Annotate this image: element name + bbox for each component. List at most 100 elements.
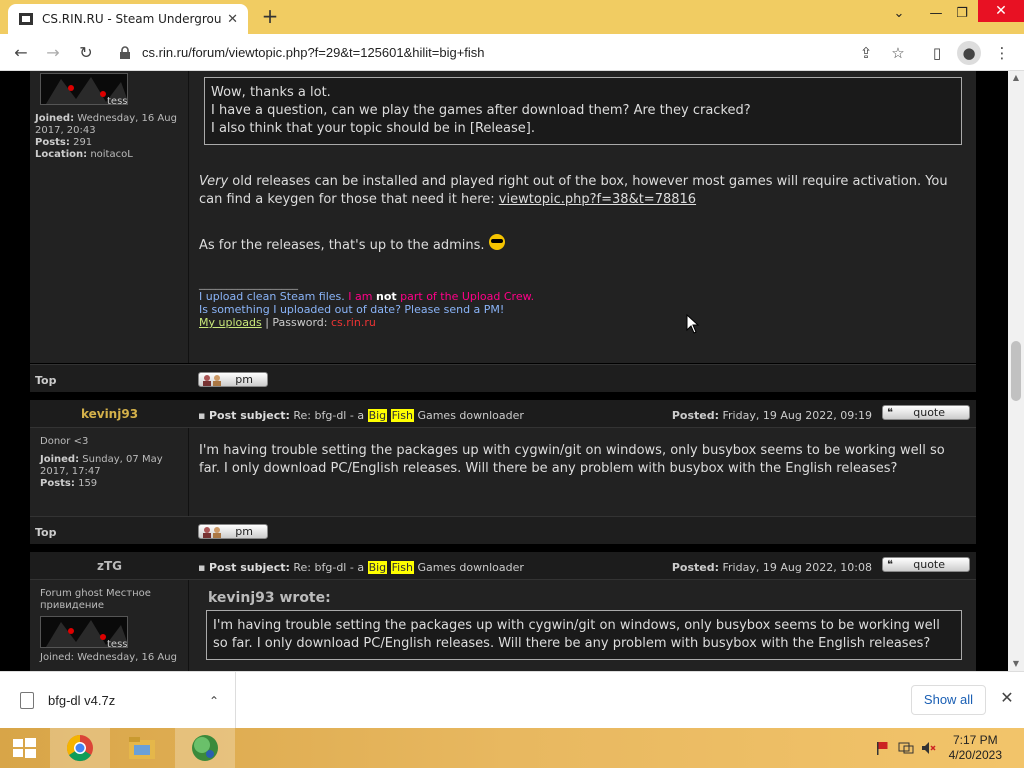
post-1: tess Joined: Wednesday, 16 Aug 2017, 20:…: [30, 71, 976, 363]
browser-tab[interactable]: CS.RIN.RU - Steam Underground ✕: [8, 4, 248, 34]
signature-divider: __________________: [199, 277, 298, 290]
scroll-up-icon[interactable]: ▲: [1008, 71, 1024, 85]
avatar-image: tess: [41, 617, 127, 647]
reload-icon[interactable]: ↻: [74, 41, 98, 65]
post-3-author[interactable]: zTG: [30, 552, 189, 580]
post-2-author[interactable]: kevinj93: [30, 400, 189, 428]
keygen-link[interactable]: viewtopic.php?f=38&t=78816: [499, 192, 696, 207]
clock-time: 7:17 PM: [952, 733, 998, 747]
post-2-posts: Posts: 159: [40, 478, 98, 489]
new-tab-button[interactable]: +: [258, 5, 282, 29]
post-2-posted: Posted: Friday, 19 Aug 2022, 09:19: [671, 409, 872, 422]
avatar: tess: [40, 616, 128, 648]
pm-users-icon: [203, 375, 221, 386]
chevron-up-icon[interactable]: ⌃: [209, 694, 219, 708]
network-icon[interactable]: [898, 740, 914, 756]
share-icon[interactable]: ⇪: [854, 41, 878, 65]
back-icon[interactable]: ←: [9, 41, 33, 65]
my-uploads-link[interactable]: My uploads: [199, 316, 262, 329]
address-bar[interactable]: cs.rin.ru/forum/viewtopic.php?f=29&t=125…: [108, 39, 928, 66]
folder-icon: [129, 737, 155, 759]
site-favicon-icon: [19, 13, 33, 25]
download-filename: bfg-dl v4.7z: [48, 693, 116, 708]
post-3-body: kevinj93 wrote: I'm having trouble setti…: [190, 580, 976, 660]
tab-search-chevron-icon[interactable]: ⌄: [884, 0, 914, 30]
quote-line: Wow, thanks a lot.: [211, 85, 331, 100]
forward-icon[interactable]: →: [41, 41, 65, 65]
post-3-posted: Posted: Friday, 19 Aug 2022, 10:08: [671, 561, 872, 574]
post-3-rank: Forum ghost Местное привидение: [40, 588, 151, 611]
post-3: Forum ghost Местное привидение tess Join…: [30, 580, 976, 671]
url-text: cs.rin.ru/forum/viewtopic.php?f=29&t=125…: [142, 45, 485, 60]
volume-muted-icon[interactable]: [920, 740, 936, 756]
tab-title: CS.RIN.RU - Steam Underground: [42, 12, 222, 26]
avatar-image: tess: [41, 74, 127, 104]
post-3-author-panel: Forum ghost Местное привидение tess Join…: [30, 580, 189, 671]
browser-toolbar: ← → ↻ cs.rin.ru/forum/viewtopic.php?f=29…: [0, 34, 1024, 71]
system-clock[interactable]: 7:17 PM 4/20/2023: [949, 733, 1002, 763]
app-taskbar-button[interactable]: [175, 728, 235, 768]
post-1-location: Location: noitacoL: [35, 149, 133, 160]
post-3-joined: Joined: Wednesday, 16 Aug: [40, 652, 177, 663]
quote-line: I also think that your topic should be i…: [211, 121, 535, 136]
page-scrollbar[interactable]: ▲ ▼: [1008, 71, 1024, 671]
file-icon: [20, 692, 34, 709]
tab-close-icon[interactable]: ✕: [227, 12, 238, 27]
downloads-close-icon[interactable]: ✕: [996, 687, 1018, 709]
pm-button[interactable]: pm: [198, 372, 268, 387]
download-item[interactable]: bfg-dl v4.7z ⌃: [0, 672, 236, 729]
top-link[interactable]: Top: [35, 526, 56, 539]
show-all-button[interactable]: Show all: [911, 685, 986, 715]
quote-icon: ❝: [887, 558, 893, 571]
quote-button[interactable]: ❝ quote: [882, 557, 970, 572]
post-2-subject: ▪ Post subject: Re: bfg-dl - a Big Fish …: [198, 409, 524, 422]
star-icon[interactable]: ☆: [886, 41, 910, 65]
profile-icon[interactable]: ●: [957, 41, 981, 65]
post-2: Donor <3 Joined: Sunday, 07 May 2017, 17…: [30, 428, 976, 516]
post-2-text: I'm having trouble setting the packages …: [199, 443, 945, 476]
post-2-body: I'm having trouble setting the packages …: [190, 428, 976, 478]
quote-icon: ❝: [887, 406, 893, 419]
signature-line-3: My uploads | Password: cs.rin.ru: [199, 316, 376, 329]
quote-box: Wow, thanks a lot. I have a question, ca…: [204, 77, 962, 145]
post-separator: [30, 544, 976, 552]
quote-button[interactable]: ❝ quote: [882, 405, 970, 420]
post-1-paragraph: Very old releases can be installed and p…: [199, 174, 948, 207]
top-link[interactable]: Top: [35, 374, 56, 387]
pm-button[interactable]: pm: [198, 524, 268, 539]
mouse-cursor-icon: [686, 314, 700, 334]
post-1-author-panel: tess Joined: Wednesday, 16 Aug 2017, 20:…: [30, 71, 189, 363]
post-2-rank: Donor <3: [40, 436, 89, 447]
post-2-joined: Joined: Sunday, 07 May 2017, 17:47: [40, 454, 163, 477]
post-1-posts: Posts: 291: [35, 137, 93, 148]
signature-line-2: Is something I uploaded out of date? Ple…: [199, 303, 505, 316]
post-1-joined: Joined: Wednesday, 16 Aug 2017, 20:43: [35, 113, 177, 136]
sidebar-icon[interactable]: ▯: [925, 41, 949, 65]
window-close-button[interactable]: ✕: [978, 0, 1024, 22]
quote-box: I'm having trouble setting the packages …: [206, 610, 962, 660]
menu-icon[interactable]: ⋮: [990, 41, 1014, 65]
pm-users-icon: [203, 527, 221, 538]
tab-strip: CS.RIN.RU - Steam Underground ✕ + ⌄ — ❐ …: [0, 0, 1024, 34]
post-2-header: kevinj93 ▪ Post subject: Re: bfg-dl - a …: [30, 400, 976, 428]
post-icon: ▪: [198, 409, 206, 422]
downloads-bar: bfg-dl v4.7z ⌃ Show all ✕: [0, 671, 1024, 729]
post-2-footer: Top pm: [30, 516, 976, 544]
file-explorer-taskbar-button[interactable]: [112, 728, 172, 768]
post-2-author-panel: Donor <3 Joined: Sunday, 07 May 2017, 17…: [30, 428, 189, 516]
chrome-icon: [66, 734, 93, 762]
post-separator: [30, 392, 976, 400]
post-1-body: Wow, thanks a lot. I have a question, ca…: [190, 71, 976, 329]
scrollbar-thumb[interactable]: [1011, 341, 1021, 401]
flag-icon[interactable]: [874, 740, 890, 756]
globe-app-icon: [192, 735, 218, 761]
post-3-header: zTG ▪ Post subject: Re: bfg-dl - a Big F…: [30, 552, 976, 580]
signature-line-1: I upload clean Steam files. I am not par…: [199, 290, 535, 303]
restore-icon[interactable]: ❐: [947, 0, 977, 30]
post-icon: ▪: [198, 561, 206, 574]
start-button[interactable]: [0, 728, 48, 768]
chrome-taskbar-button[interactable]: [50, 728, 110, 768]
quote-line: I have a question, can we play the games…: [211, 103, 751, 118]
scroll-down-icon[interactable]: ▼: [1008, 657, 1024, 671]
taskbar: 7:17 PM 4/20/2023: [0, 728, 1024, 768]
